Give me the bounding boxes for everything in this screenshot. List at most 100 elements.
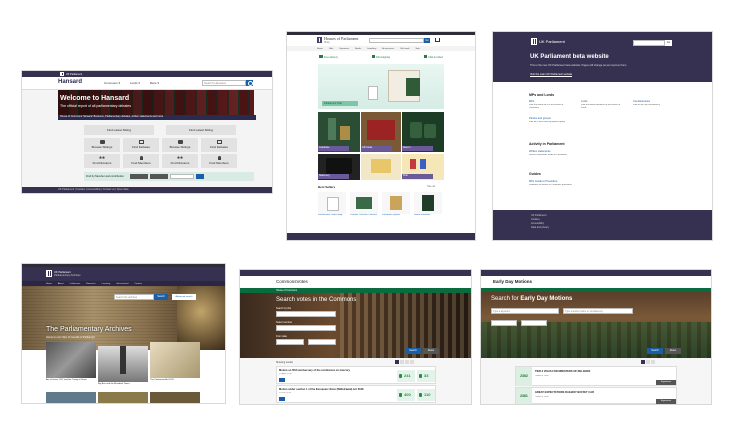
votes-brand[interactable]: CommonsVotes bbox=[276, 279, 308, 284]
votes-from-date[interactable] bbox=[276, 339, 304, 345]
edm-search-button[interactable]: Search bbox=[647, 348, 663, 354]
beta-link-card[interactable]: Constituencies Find an MP by constituency bbox=[633, 100, 673, 107]
page-button[interactable] bbox=[405, 360, 409, 364]
votes-search-button[interactable]: Search bbox=[405, 348, 421, 354]
tile-find-debates-lords[interactable]: Find Debates bbox=[201, 138, 237, 152]
votes-reset-button[interactable]: Reset bbox=[423, 348, 439, 354]
archives-nav-home[interactable]: Home bbox=[46, 283, 52, 285]
beta-search-button[interactable]: Go bbox=[665, 40, 672, 46]
promo-green-bottle[interactable]: Celebrate bbox=[318, 112, 360, 152]
beta-link-card[interactable]: Parties and groups Find MPs and Lords by … bbox=[529, 117, 569, 124]
edm-brand[interactable]: Early Day Motions bbox=[493, 279, 532, 284]
shop-nav-gift-cards[interactable]: Gift cards bbox=[400, 48, 409, 50]
contribution-select[interactable] bbox=[150, 174, 168, 179]
search-input[interactable]: Search Hansard bbox=[202, 80, 246, 86]
shop-nav-souvenirs[interactable]: Souvenirs bbox=[339, 48, 349, 50]
member-search-input[interactable] bbox=[170, 174, 194, 179]
motion-badge[interactable]: Signatures bbox=[656, 380, 676, 385]
archive-card-next[interactable] bbox=[46, 392, 96, 403]
search-button[interactable] bbox=[246, 80, 253, 86]
archives-nav-about[interactable]: About bbox=[58, 283, 64, 285]
motion-badge[interactable]: Signatures bbox=[656, 399, 676, 404]
member-search-button[interactable] bbox=[196, 174, 204, 179]
product-card[interactable]: Ceramic Portcullis Coasters bbox=[350, 192, 378, 222]
archives-search-input[interactable]: Search the archives bbox=[114, 294, 154, 300]
product-card[interactable]: Parliament Jigsaw bbox=[382, 192, 410, 222]
advanced-search-button[interactable]: Advanced search bbox=[172, 294, 196, 300]
nav-more[interactable]: More ▾ bbox=[150, 81, 159, 85]
tile-find-members-commons[interactable]: Find Members bbox=[123, 154, 159, 168]
promo-cards[interactable] bbox=[361, 154, 401, 180]
product-card[interactable]: Green Notebook bbox=[414, 192, 442, 222]
edm-from-select[interactable] bbox=[491, 320, 517, 326]
shop-nav-sale[interactable]: Sale bbox=[415, 48, 419, 50]
archive-card[interactable]: The Parliament Act 1911 bbox=[150, 342, 200, 383]
tile-find-divisions-lords[interactable]: Find Divisions bbox=[162, 154, 198, 168]
shop-nav-gifts[interactable]: Gifts bbox=[329, 48, 334, 50]
beta-link-card[interactable]: Written statements Search statements made… bbox=[529, 150, 579, 157]
motion-row[interactable]: 2362 TIER 3 VISAS FOR MINISTERS OF RELIG… bbox=[515, 366, 677, 386]
nav-lords[interactable]: Lords ▾ bbox=[130, 81, 140, 85]
edm-keyword-input[interactable]: Type a keyword bbox=[491, 308, 559, 314]
basket-icon[interactable] bbox=[435, 38, 440, 42]
page-button[interactable] bbox=[400, 360, 404, 364]
tile-find-debates-commons[interactable]: Find Debates bbox=[123, 138, 159, 152]
latest-lords-button[interactable]: Find Latest Sitting bbox=[166, 125, 236, 135]
tile-browse-sittings-commons[interactable]: Browse Sittings bbox=[84, 138, 120, 152]
page-button[interactable] bbox=[651, 360, 655, 364]
shop-nav-books[interactable]: Books bbox=[355, 48, 361, 50]
brand-title[interactable]: Hansard bbox=[58, 79, 82, 85]
footer-link[interactable]: Data and privacy bbox=[531, 226, 549, 230]
page-button[interactable] bbox=[646, 360, 650, 364]
page-button[interactable] bbox=[395, 360, 399, 364]
shop-nav-jewellery[interactable]: Jewellery bbox=[367, 48, 376, 50]
division-row[interactable]: Motion under section 1 of the European U… bbox=[276, 385, 436, 403]
motion-row[interactable]: 2361 GREAT EXPECTATIONS RAILWAY BUFFET C… bbox=[515, 387, 677, 404]
votes-member-input[interactable] bbox=[276, 325, 336, 331]
archives-nav-contact[interactable]: Contact bbox=[134, 283, 142, 285]
archive-card-next[interactable] bbox=[98, 392, 148, 403]
archives-logo[interactable]: UK Parliament Parliamentary Archives bbox=[46, 270, 81, 277]
promo-black-boots[interactable]: Stationery bbox=[318, 154, 360, 180]
beta-logo[interactable]: UK Parliament bbox=[531, 38, 565, 45]
votes-title-input[interactable] bbox=[276, 311, 336, 317]
beta-link-card[interactable]: MPs Guide to Procedure Guidance on House … bbox=[529, 180, 579, 187]
archive-card-next[interactable] bbox=[150, 392, 200, 403]
promo-green-tins[interactable]: New In bbox=[402, 112, 444, 152]
product-list: Westminster Palace Mug Ceramic Portculli… bbox=[318, 192, 444, 222]
nav-commons[interactable]: Commons ▾ bbox=[104, 81, 120, 85]
archives-nav-learning[interactable]: Learning bbox=[102, 283, 111, 285]
tile-find-divisions-commons[interactable]: Find Divisions bbox=[84, 154, 120, 168]
page-button[interactable] bbox=[641, 360, 645, 364]
shop-banner[interactable]: Parliament Tote bbox=[318, 64, 444, 109]
see-all-link[interactable]: See all bbox=[427, 185, 435, 188]
beta-search-input[interactable] bbox=[633, 40, 665, 46]
archives-search-button[interactable]: Search bbox=[154, 294, 168, 300]
shop-nav-home[interactable]: Home bbox=[317, 48, 323, 50]
shop-search-input[interactable] bbox=[369, 38, 424, 43]
page-button[interactable] bbox=[410, 360, 414, 364]
archive-card[interactable]: Big Ben and the Elizabeth Tower bbox=[98, 342, 148, 387]
archive-card[interactable]: Act of Union 1707 and the Treaty of Unio… bbox=[46, 342, 96, 383]
promo-kids[interactable]: Kids bbox=[402, 154, 444, 180]
edm-reset-button[interactable]: Reset bbox=[665, 348, 681, 354]
beta-link-card[interactable]: Lords Find out about members of the House… bbox=[581, 100, 621, 111]
promo-red-books[interactable]: Gift Ideas bbox=[361, 112, 401, 152]
product-card[interactable]: Westminster Palace Mug bbox=[318, 192, 346, 222]
member-select[interactable] bbox=[130, 174, 148, 179]
latest-commons-button[interactable]: Find Latest Sitting bbox=[84, 125, 154, 135]
shop-nav-accessories[interactable]: Accessories bbox=[382, 48, 394, 50]
archives-nav-collections[interactable]: Collections bbox=[70, 283, 81, 285]
shop-search-button[interactable]: Go bbox=[424, 38, 430, 43]
edm-to-select[interactable] bbox=[521, 320, 547, 326]
tile-browse-sittings-lords[interactable]: Browse Sittings bbox=[162, 138, 198, 152]
votes-to-date[interactable] bbox=[308, 339, 336, 345]
beta-main-site-link[interactable]: Visit the main UK Parliament website bbox=[530, 73, 572, 77]
beta-link-card[interactable]: MPs Find out about MPs in the House of Co… bbox=[529, 100, 569, 111]
archives-nav-get-involved[interactable]: Get involved bbox=[116, 283, 128, 285]
tile-find-members-lords[interactable]: Find Members bbox=[201, 154, 237, 168]
archives-nav-research[interactable]: Research bbox=[86, 283, 95, 285]
edm-member-input[interactable]: Type member name or constituency bbox=[563, 308, 633, 314]
division-row[interactable]: Motion on 50th anniversary of the confer… bbox=[276, 366, 436, 384]
service-label: Free delivery bbox=[324, 56, 338, 59]
